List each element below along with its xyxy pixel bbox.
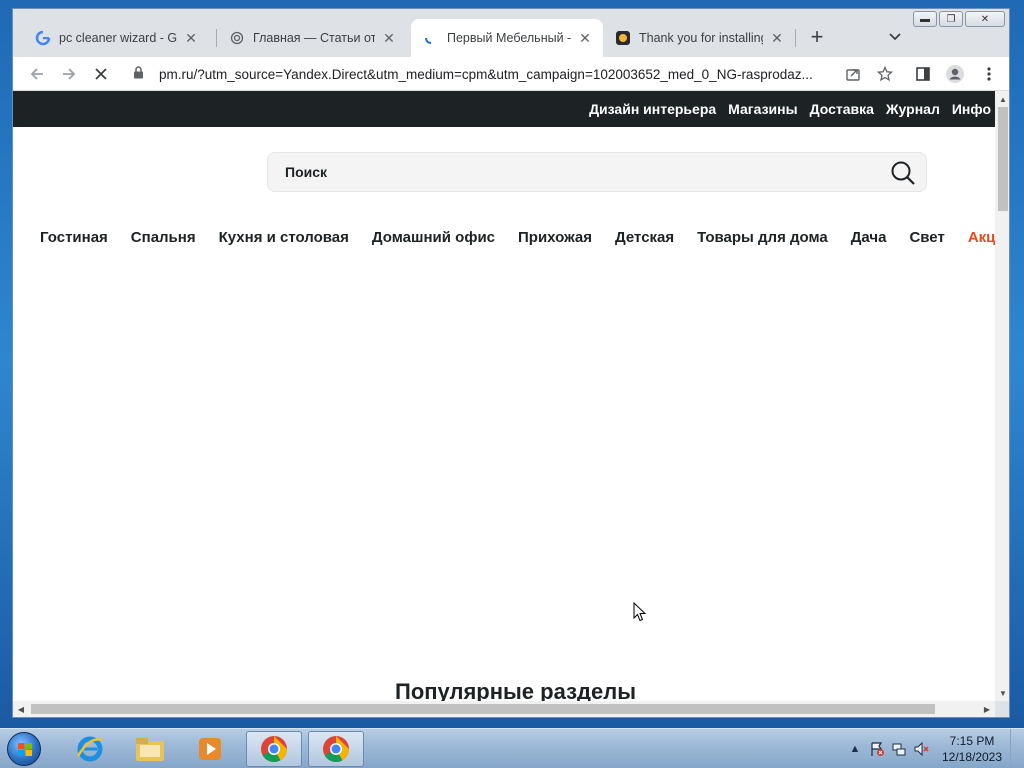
- category-living-room[interactable]: Гостиная: [40, 229, 108, 246]
- file-explorer-icon[interactable]: [122, 731, 178, 767]
- scroll-right-arrow-icon[interactable]: ▶: [979, 701, 995, 717]
- clock-date: 12/18/2023: [941, 750, 1003, 764]
- web-page: Дизайн интерьера Магазины Доставка Журна…: [13, 91, 995, 701]
- new-tab-icon[interactable]: +: [805, 24, 829, 49]
- media-player-icon[interactable]: [182, 731, 238, 767]
- category-dacha[interactable]: Дача: [851, 229, 887, 246]
- category-home-office[interactable]: Домашний офис: [372, 229, 495, 246]
- scroll-left-arrow-icon[interactable]: ◀: [13, 701, 29, 717]
- tab-title: Главная — Статьи от Ch: [253, 31, 375, 45]
- maximize-button[interactable]: ❐: [939, 11, 963, 27]
- tab-strip: pc cleaner wizard - Goo ✕ Главная — Стат…: [13, 9, 1009, 57]
- category-hallway[interactable]: Прихожая: [518, 229, 592, 246]
- taskbar: ▲ 7:15 PM 12/18/2023: [0, 728, 1024, 768]
- openai-icon: [229, 30, 245, 46]
- chrome-icon: [323, 736, 350, 763]
- tab-google-search[interactable]: pc cleaner wizard - Goo ✕: [23, 19, 209, 57]
- site-search: [267, 152, 927, 192]
- show-desktop-button[interactable]: [1010, 729, 1024, 768]
- vertical-scroll-thumb[interactable]: [998, 107, 1008, 211]
- chrome-taskbar-button-1[interactable]: [246, 731, 302, 767]
- lock-icon[interactable]: [133, 66, 149, 82]
- top-link-delivery[interactable]: Доставка: [810, 101, 874, 117]
- profile-avatar-icon[interactable]: [943, 62, 967, 86]
- site-top-links: Дизайн интерьера Магазины Доставка Журна…: [589, 91, 991, 127]
- minimize-button[interactable]: ▬: [913, 11, 937, 27]
- menu-kebab-icon[interactable]: [977, 62, 1001, 86]
- close-icon[interactable]: ✕: [577, 30, 593, 46]
- popular-sections-heading: Популярные разделы: [395, 679, 637, 701]
- tab-pm-ru[interactable]: Первый Мебельный - т ✕: [411, 19, 603, 57]
- scroll-up-arrow-icon[interactable]: ▲: [995, 91, 1009, 107]
- close-icon[interactable]: ✕: [769, 30, 785, 46]
- scroll-down-arrow-icon[interactable]: ▼: [995, 685, 1009, 701]
- category-kids[interactable]: Детская: [615, 229, 674, 246]
- top-link-stores[interactable]: Магазины: [728, 101, 797, 117]
- tab-title: Первый Мебельный - т: [447, 31, 571, 45]
- show-hidden-icons-icon[interactable]: ▲: [844, 738, 866, 760]
- network-icon[interactable]: [888, 738, 910, 760]
- windows-logo-icon: [7, 732, 41, 766]
- start-button[interactable]: [4, 730, 44, 768]
- taskbar-clock[interactable]: 7:15 PM 12/18/2023: [938, 733, 1006, 765]
- close-icon[interactable]: ✕: [381, 30, 397, 46]
- share-icon[interactable]: [841, 62, 865, 86]
- category-bedroom[interactable]: Спальня: [131, 229, 196, 246]
- site-top-bar: Дизайн интерьера Магазины Доставка Журна…: [13, 91, 995, 127]
- close-icon[interactable]: ✕: [183, 30, 199, 46]
- top-link-interior-design[interactable]: Дизайн интерьера: [589, 101, 716, 117]
- tab-chatgpt-articles[interactable]: Главная — Статьи от Ch ✕: [217, 19, 407, 57]
- browser-toolbar: pm.ru/?utm_source=Yandex.Direct&utm_medi…: [13, 57, 1009, 91]
- category-kitchen-dining[interactable]: Кухня и столовая: [219, 229, 349, 246]
- horizontal-scrollbar[interactable]: ◀ ▶: [13, 701, 995, 717]
- volume-muted-icon[interactable]: [910, 738, 932, 760]
- horizontal-scroll-thumb[interactable]: [31, 704, 935, 714]
- tab-thank-you[interactable]: Thank you for installing ✕: [603, 19, 795, 57]
- internet-explorer-icon[interactable]: [62, 731, 118, 767]
- system-tray: ▲ 7:15 PM 12/18/2023: [844, 729, 1024, 768]
- tab-title: Thank you for installing: [639, 31, 763, 45]
- browser-window: pc cleaner wizard - Goo ✕ Главная — Стат…: [12, 8, 1010, 718]
- chevron-down-icon[interactable]: [883, 25, 907, 49]
- side-panel-icon[interactable]: [911, 62, 935, 86]
- google-icon: [35, 30, 51, 46]
- mouse-cursor-icon: [633, 602, 647, 622]
- extension-icon: [615, 30, 631, 46]
- top-link-info[interactable]: Инфо: [952, 101, 991, 117]
- category-lighting[interactable]: Свет: [909, 229, 944, 246]
- address-bar[interactable]: pm.ru/?utm_source=Yandex.Direct&utm_medi…: [121, 60, 901, 88]
- window-controls: ▬ ❐ ✕: [913, 11, 1005, 27]
- category-home-goods[interactable]: Товары для дома: [697, 229, 828, 246]
- back-arrow-icon[interactable]: [25, 62, 49, 86]
- tab-separator: [795, 29, 796, 47]
- loading-spinner-icon: [423, 30, 439, 46]
- clock-time: 7:15 PM: [949, 734, 995, 748]
- chrome-icon: [261, 736, 288, 763]
- top-link-journal[interactable]: Журнал: [886, 101, 940, 117]
- search-icon[interactable]: [890, 160, 916, 186]
- url-text: pm.ru/?utm_source=Yandex.Direct&utm_medi…: [159, 66, 813, 82]
- vertical-scrollbar[interactable]: ▲ ▼: [995, 91, 1009, 701]
- category-sales[interactable]: Акции: [968, 229, 995, 246]
- stop-loading-icon[interactable]: [89, 62, 113, 86]
- close-window-button[interactable]: ✕: [965, 11, 1005, 27]
- category-nav: Гостиная Спальня Кухня и столовая Домашн…: [40, 229, 995, 246]
- action-center-flag-icon[interactable]: [866, 738, 888, 760]
- tab-title: pc cleaner wizard - Goo: [59, 31, 177, 45]
- chrome-taskbar-button-2[interactable]: [308, 731, 364, 767]
- bookmark-star-icon[interactable]: [873, 62, 897, 86]
- search-input[interactable]: [285, 164, 865, 180]
- forward-arrow-icon[interactable]: [57, 62, 81, 86]
